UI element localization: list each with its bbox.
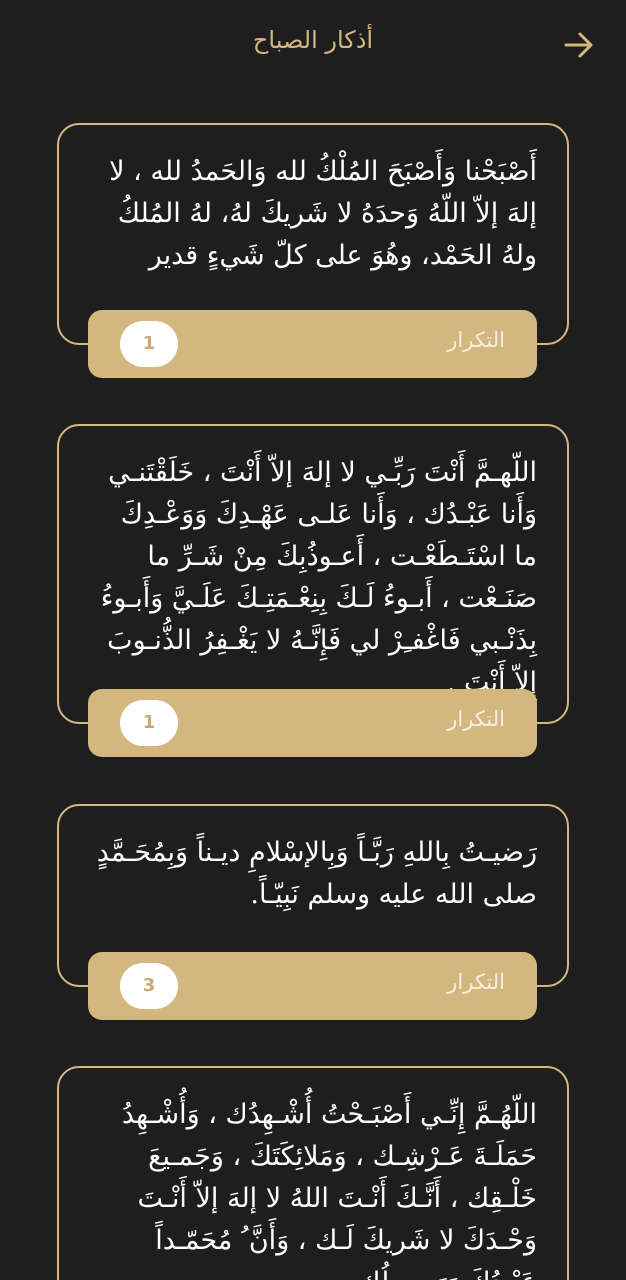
repeat-count-badge: 1 (120, 700, 178, 746)
dhikr-text: اللّهـمَّ أَنْتَ رَبِّـي لا إلهَ إلاّ أَ… (100, 457, 537, 698)
back-button[interactable] (562, 28, 596, 62)
repeat-label: التكرار (447, 328, 505, 352)
dhikr-card-2: اللّهـمَّ أَنْتَ رَبِّـي لا إلهَ إلاّ أَ… (57, 424, 569, 724)
page: أذكار الصباح أَصْبَحْنا وَأَصْبَحَ المُل… (0, 0, 626, 1280)
dhikr-card-4: اللّهُـمَّ إِنِّـي أَصْبَـحْتُ أُشْـهِدُ… (57, 1066, 569, 1280)
dhikr-text: أَصْبَحْنا وَأَصْبَحَ المُلْكُ لله وَالح… (109, 156, 537, 271)
dhikr-text: رَضيـتُ بِاللهِ رَبَّـاً وَبِالإسْلامِ د… (96, 837, 537, 910)
repeat-label: التكرار (447, 970, 505, 994)
repeat-count-badge: 3 (120, 963, 178, 1009)
repeat-count-badge: 1 (120, 321, 178, 367)
dhikr-text: اللّهُـمَّ إِنِّـي أَصْبَـحْتُ أُشْـهِدُ… (121, 1099, 537, 1280)
repeat-counter-button-3[interactable]: التكرار 3 (88, 952, 537, 1020)
repeat-counter-button-2[interactable]: التكرار 1 (88, 689, 537, 757)
header: أذكار الصباح (0, 0, 626, 92)
repeat-counter-button-1[interactable]: التكرار 1 (88, 310, 537, 378)
repeat-label: التكرار (447, 707, 505, 731)
arrow-right-icon (562, 28, 596, 62)
page-title: أذكار الصباح (252, 26, 374, 54)
